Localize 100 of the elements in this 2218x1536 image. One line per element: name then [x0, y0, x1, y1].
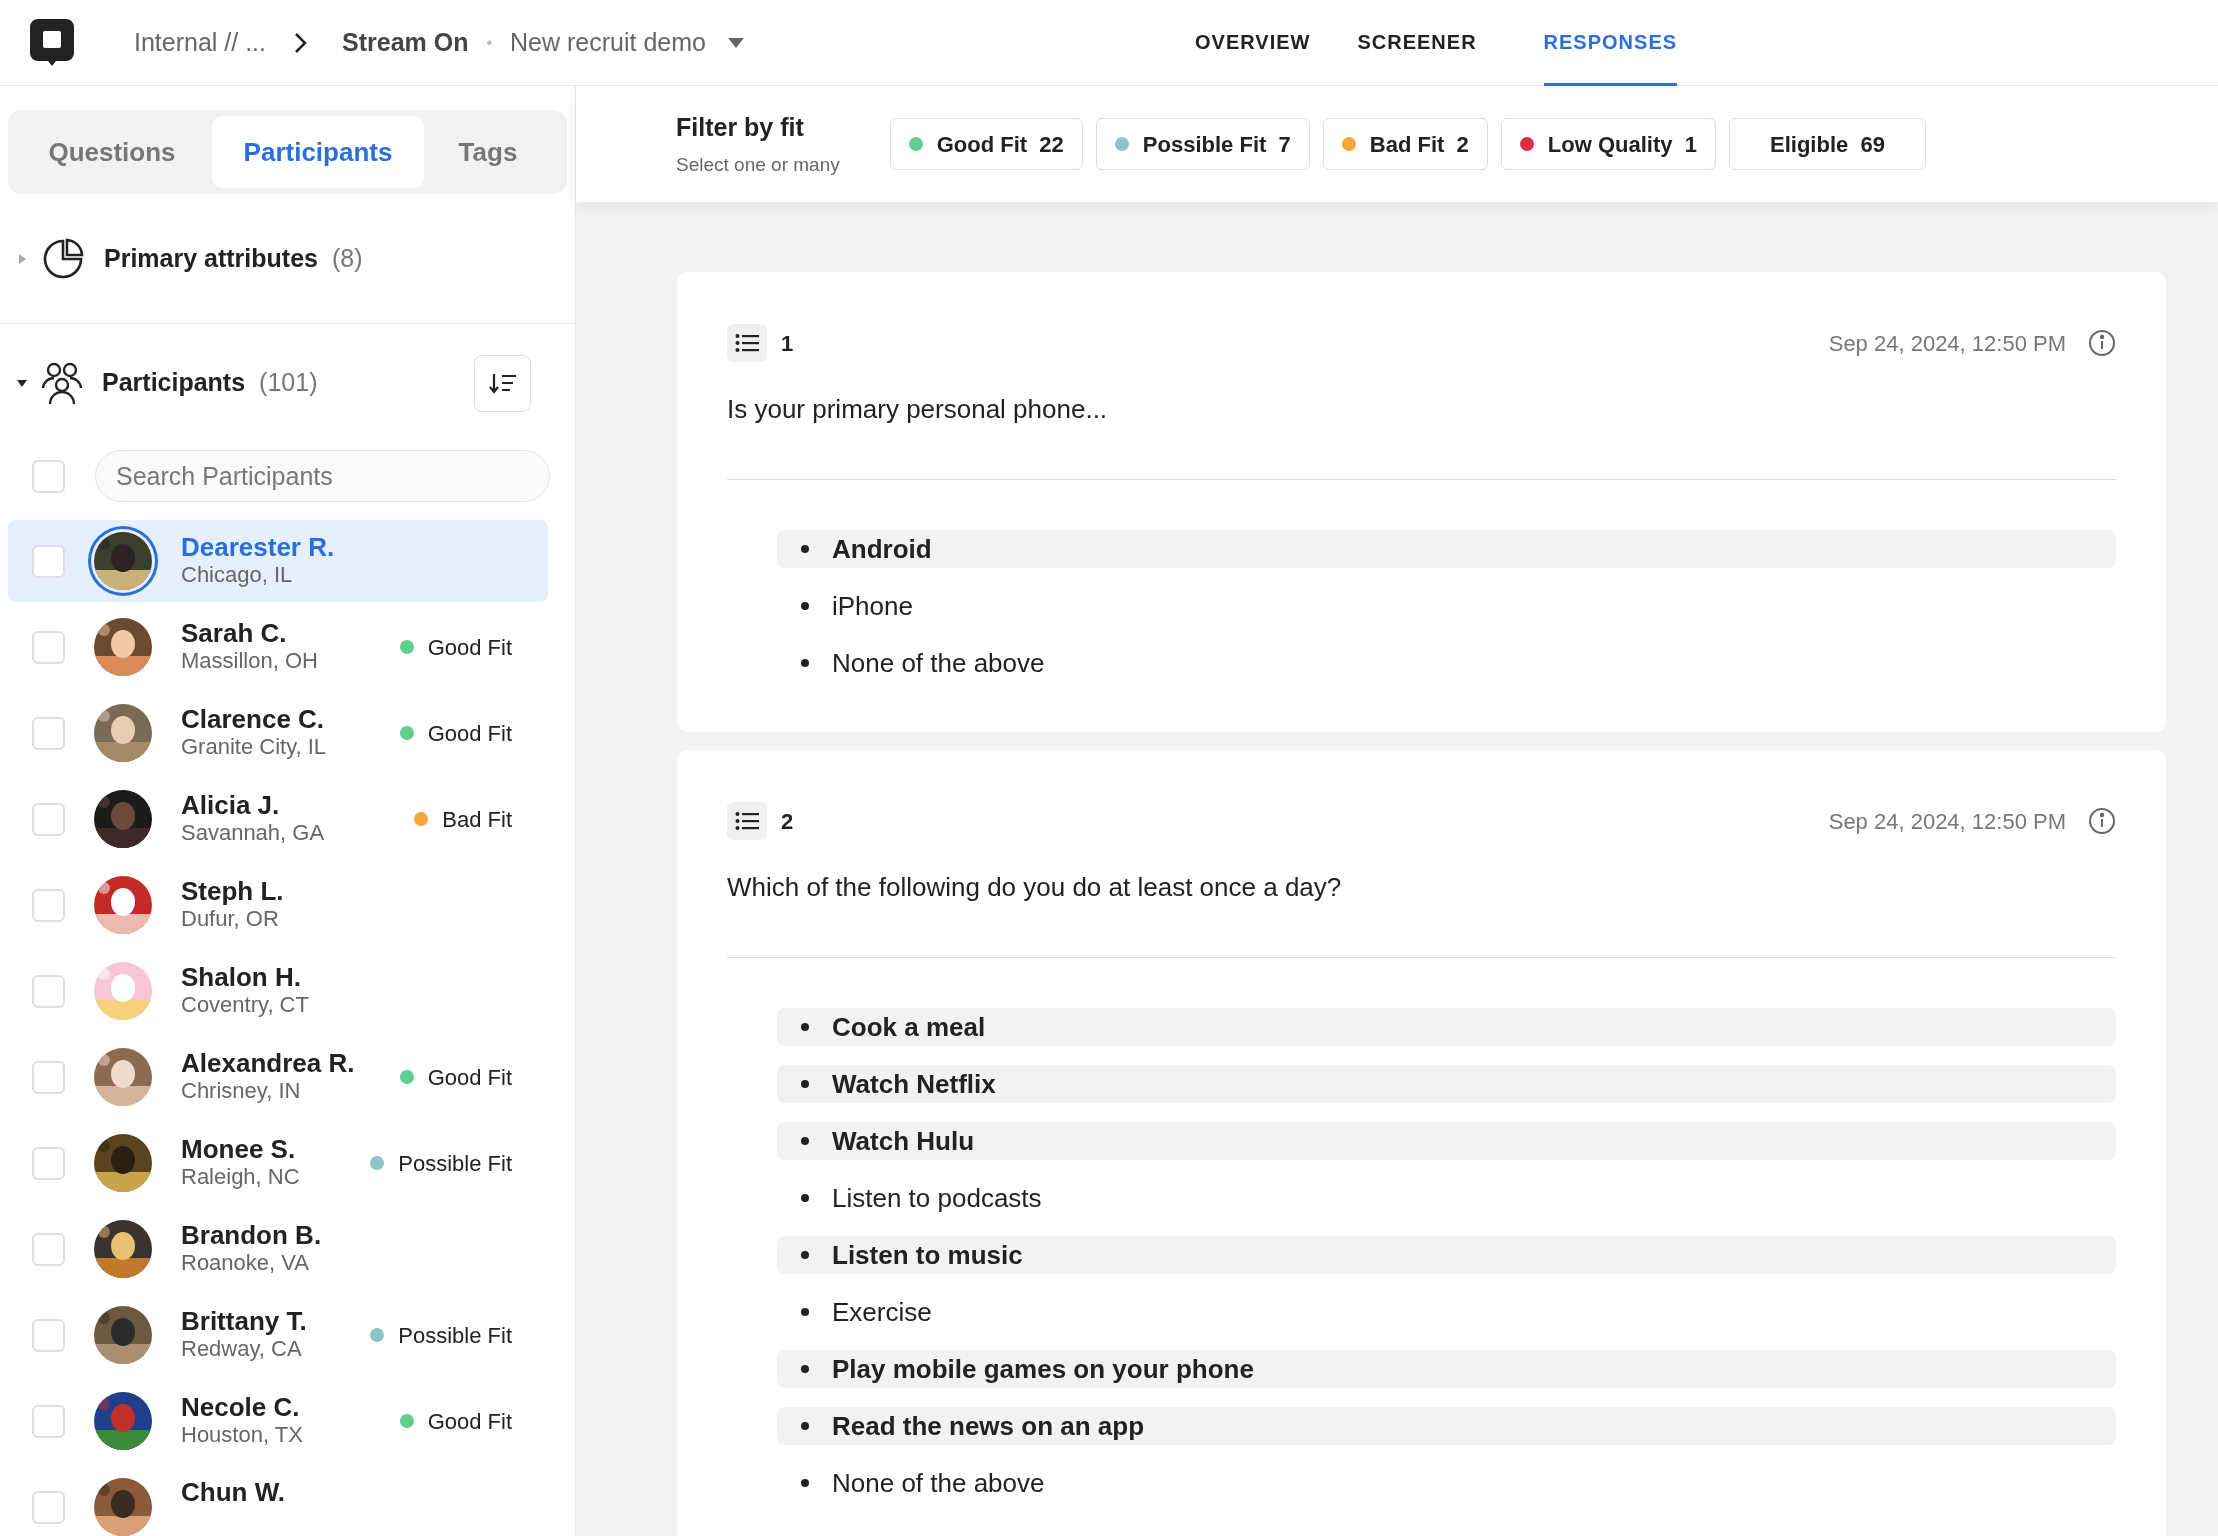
- info-icon[interactable]: [2088, 329, 2116, 357]
- pie-chart-icon: [42, 237, 84, 280]
- timestamp: Sep 24, 2024, 12:50 PM: [1828, 329, 2066, 358]
- fit-label: Possible Fit: [398, 1149, 512, 1178]
- participant-row[interactable]: Alexandrea R. Chrisney, IN Good Fit: [8, 1036, 548, 1118]
- section-title[interactable]: Primary attributes: [104, 239, 318, 278]
- answer-option: Watch Hulu: [777, 1122, 2116, 1160]
- nav-tab[interactable]: SCREENER: [1357, 0, 1477, 86]
- participant-name: Steph L.: [181, 877, 284, 905]
- answer-option: Watch Netflix: [777, 1065, 2116, 1103]
- checkbox[interactable]: [32, 1404, 65, 1438]
- participant-row[interactable]: Brittany T. Redway, CA Possible Fit: [8, 1294, 548, 1376]
- participant-row[interactable]: Alicia J. Savannah, GA Bad Fit: [8, 778, 548, 860]
- timestamp: Sep 24, 2024, 12:50 PM: [1828, 807, 2066, 836]
- filter-chip[interactable]: Low Quality 1: [1500, 118, 1717, 170]
- participant-name: Dearester R.: [181, 533, 335, 561]
- participant-location: Massillon, OH: [181, 647, 318, 675]
- filter-chip[interactable]: Eligible 69: [1729, 118, 1926, 170]
- filter-subtitle: Select one or many: [676, 152, 840, 177]
- participant-row[interactable]: Steph L. Dufur, OR: [8, 864, 548, 946]
- list-icon: [727, 324, 767, 362]
- fit-label: Good Fit: [427, 1407, 512, 1436]
- participant-location: Redway, CA: [181, 1335, 303, 1363]
- section-title[interactable]: Participants: [102, 364, 246, 402]
- checkbox[interactable]: [32, 1490, 65, 1524]
- answer-option: None of the above: [777, 644, 2116, 682]
- sidebar-tab[interactable]: Tags: [426, 116, 550, 188]
- sidebar-tab[interactable]: Participants: [212, 116, 424, 188]
- sort-icon: [488, 372, 517, 394]
- info-icon[interactable]: [2088, 807, 2116, 835]
- checkbox[interactable]: [32, 1232, 65, 1266]
- checkbox[interactable]: [32, 974, 65, 1008]
- answer-option: Android: [777, 530, 2116, 568]
- filter-chip[interactable]: Possible Fit 7: [1095, 118, 1310, 170]
- participant-location: Savannah, GA: [181, 819, 325, 847]
- checkbox[interactable]: [32, 1146, 65, 1180]
- checkbox[interactable]: [32, 630, 65, 664]
- search-field[interactable]: Search Participants: [95, 450, 550, 502]
- section-count: (101): [259, 367, 318, 399]
- fit-label: Bad Fit: [442, 805, 512, 834]
- checkbox[interactable]: [32, 1060, 65, 1094]
- answer-option: Listen to music: [777, 1236, 2116, 1274]
- participant-name: Alexandrea R.: [181, 1049, 355, 1077]
- sort-button[interactable]: [474, 354, 531, 412]
- checkbox[interactable]: [32, 1318, 65, 1352]
- checkbox[interactable]: [32, 802, 65, 836]
- participant-location: Chrisney, IN: [181, 1077, 302, 1105]
- list-icon: [727, 802, 767, 840]
- participant-name: Monee S.: [181, 1135, 297, 1163]
- filter-chip[interactable]: Bad Fit 2: [1322, 118, 1488, 170]
- participant-row[interactable]: Sarah C. Massillon, OH Good Fit: [8, 606, 548, 688]
- study-title[interactable]: Stream On: [342, 23, 469, 62]
- participant-name: Chun W.: [181, 1478, 285, 1506]
- participant-location: Houston, TX: [181, 1421, 303, 1449]
- participant-location: Coventry, CT: [181, 991, 309, 1019]
- filter-title: Filter by fit: [676, 112, 805, 143]
- checkbox[interactable]: [32, 716, 65, 750]
- participant-location: Granite City, IL: [181, 733, 327, 761]
- logo-icon[interactable]: [30, 18, 74, 67]
- participant-name: Shalon H.: [181, 963, 302, 991]
- caret-icon[interactable]: [16, 377, 28, 389]
- breadcrumb-link[interactable]: Internal // ...: [134, 23, 266, 62]
- participant-row[interactable]: Clarence C. Granite City, IL Good Fit: [8, 692, 548, 774]
- participant-location: Dufur, OR: [181, 905, 280, 933]
- checkbox[interactable]: [32, 888, 65, 922]
- nav-tab[interactable]: OVERVIEW: [1195, 0, 1311, 86]
- checkbox[interactable]: [32, 459, 65, 493]
- filter-chip[interactable]: Good Fit 22: [889, 118, 1083, 170]
- participant-row[interactable]: Shalon H. Coventry, CT: [8, 950, 548, 1032]
- participant-name: Sarah C.: [181, 619, 288, 647]
- participant-name: Brandon B.: [181, 1221, 322, 1249]
- participant-location: Roanoke, VA: [181, 1249, 310, 1277]
- answer-option: Cook a meal: [777, 1008, 2116, 1046]
- participant-location: Chicago, IL: [181, 561, 294, 589]
- section-count: (8): [331, 242, 363, 274]
- participant-row[interactable]: Dearester R. Chicago, IL: [8, 520, 548, 602]
- participant-row[interactable]: Brandon B. Roanoke, VA: [8, 1208, 548, 1290]
- project-name[interactable]: New recruit demo: [510, 23, 706, 62]
- people-icon: [40, 361, 84, 405]
- fit-label: Good Fit: [427, 719, 512, 748]
- dropdown-caret-icon[interactable]: [727, 37, 744, 48]
- answer-option: Play mobile games on your phone: [777, 1350, 2116, 1388]
- chevron-right-icon: [294, 31, 308, 54]
- answer-option: Listen to podcasts: [777, 1179, 2116, 1217]
- question-text: Is your primary personal phone...: [727, 393, 1109, 426]
- participant-name: Necole C.: [181, 1393, 301, 1421]
- question-text: Which of the following do you do at least once a day?: [727, 871, 1343, 904]
- question-number: 1: [781, 329, 794, 358]
- fit-label: Possible Fit: [398, 1321, 512, 1350]
- participant-row[interactable]: Chun W.: [8, 1466, 548, 1536]
- answer-option: iPhone: [777, 587, 2116, 625]
- participant-row[interactable]: Necole C. Houston, TX Good Fit: [8, 1380, 548, 1462]
- separator: •: [486, 32, 493, 53]
- checkbox[interactable]: [32, 544, 65, 578]
- participant-name: Brittany T.: [181, 1307, 307, 1335]
- fit-label: Good Fit: [427, 633, 512, 662]
- question-number: 2: [781, 807, 794, 836]
- sidebar-tab[interactable]: Questions: [14, 116, 210, 188]
- participant-name: Alicia J.: [181, 791, 281, 819]
- participant-row[interactable]: Monee S. Raleigh, NC Possible Fit: [8, 1122, 548, 1204]
